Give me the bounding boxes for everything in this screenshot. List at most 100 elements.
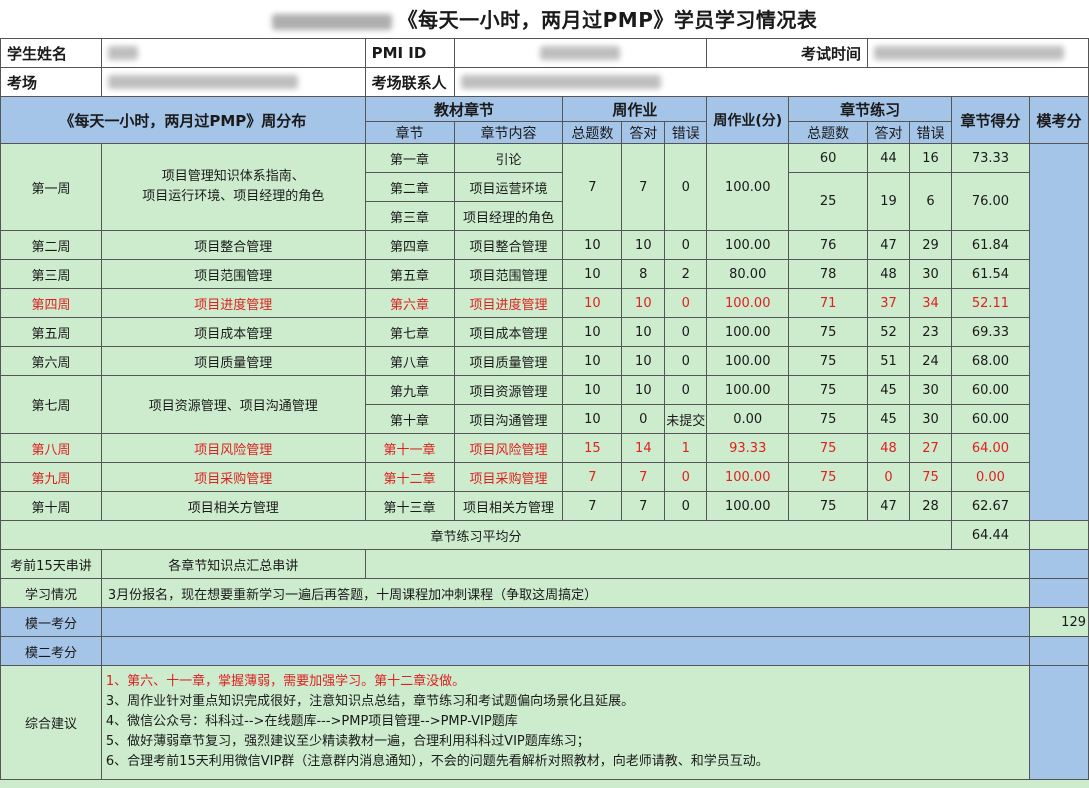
pr-score: 69.33 [950, 317, 1030, 347]
hw-score: 100.00 [706, 230, 790, 260]
week-topic: 项目范围管理 [100, 259, 366, 289]
chapter-content-cell: 项目相关方管理 [453, 491, 564, 521]
pr-correct: 47 [867, 230, 910, 260]
chapter-cell: 第十三章 [364, 491, 455, 521]
pr-total: 75 [788, 404, 869, 434]
pr-total: 71 [788, 288, 869, 318]
hw-score: 100.00 [706, 143, 790, 231]
pr-wrong: 28 [909, 491, 952, 521]
sheet-title: 《每天一小时，两月过PMP》学员学习情况表 [0, 0, 1089, 38]
hw-wrong-header: 错误 [664, 121, 708, 144]
exam-contact-value[interactable] [453, 67, 1089, 97]
pr-wrong: 23 [909, 317, 952, 347]
chapter-content-cell: 项目成本管理 [453, 317, 564, 347]
hw-correct: 10 [621, 288, 666, 318]
hw-correct: 7 [621, 143, 666, 231]
hw-wrong: 1 [664, 433, 708, 463]
pr-correct: 45 [867, 404, 910, 434]
exam-time-value[interactable] [867, 38, 1089, 68]
advice-mock-cell [1028, 665, 1089, 780]
student-name-value[interactable] [100, 38, 366, 68]
hw-score: 93.33 [706, 433, 790, 463]
pr-total: 75 [788, 375, 869, 405]
chapter-cell: 第十一章 [364, 433, 455, 463]
pr-correct: 0 [867, 462, 910, 492]
advice-content: 1、第六、十一章，掌握薄弱，需要加强学习。第十二章没做。 3、周作业针对重点知识… [100, 665, 1030, 780]
hw-total: 7 [562, 462, 623, 492]
week-topic: 项目采购管理 [100, 462, 366, 492]
study-report-table: 学生姓名 PMI ID 考试时间 考场 考场联系人 《每天一小时，两月过PMP》… [0, 38, 1089, 780]
chapter-content-cell: 引论 [453, 143, 564, 173]
pr-total: 75 [788, 462, 869, 492]
chapter-cell: 第九章 [364, 375, 455, 405]
pr-score: 52.11 [950, 288, 1030, 318]
pr-correct: 48 [867, 259, 910, 289]
hw-score: 100.00 [706, 317, 790, 347]
chapter-content-cell: 项目经理的角色 [453, 201, 564, 231]
week-topic: 项目成本管理 [100, 317, 366, 347]
pr-total: 75 [788, 433, 869, 463]
hw-total: 10 [562, 404, 623, 434]
chapter-content-cell: 项目采购管理 [453, 462, 564, 492]
week-cell: 第十周 [0, 491, 102, 521]
chapter-cell: 第二章 [364, 172, 455, 202]
advice-line: 6、合理考前15天利用微信VIP群（注意群内消息通知），不会的问题先看解析对照教… [105, 754, 769, 769]
pr-wrong: 29 [909, 230, 952, 260]
pr-correct: 47 [867, 491, 910, 521]
pr-correct: 19 [867, 172, 910, 231]
chapters-header: 教材章节 [364, 96, 564, 122]
chapter-cell: 第六章 [364, 288, 455, 318]
advice-line: 1、第六、十一章，掌握薄弱，需要加强学习。第十二章没做。 [105, 674, 466, 689]
hw-correct: 10 [621, 317, 666, 347]
week-cell: 第九周 [0, 462, 102, 492]
review-blank [364, 549, 1030, 579]
hw-correct: 8 [621, 259, 666, 289]
hw-total: 10 [562, 346, 623, 376]
chapter-content-cell: 项目资源管理 [453, 375, 564, 405]
hw-wrong: 0 [664, 346, 708, 376]
pmi-id-value[interactable] [453, 38, 708, 68]
review-label: 考前15天串讲 [0, 549, 102, 579]
chapter-cell: 第一章 [364, 143, 455, 173]
pr-correct: 37 [867, 288, 910, 318]
hw-score: 80.00 [706, 259, 790, 289]
week-cell: 第四周 [0, 288, 102, 318]
pr-score: 0.00 [950, 462, 1030, 492]
pr-correct: 44 [867, 143, 910, 173]
chapter-cell: 第十章 [364, 404, 455, 434]
week-topic: 项目管理知识体系指南、 项目运行环境、项目经理的角色 [100, 143, 366, 231]
pr-wrong: 16 [909, 143, 952, 173]
week-cell: 第三周 [0, 259, 102, 289]
hw-wrong: 0 [664, 491, 708, 521]
mock1-label: 模一考分 [0, 607, 102, 637]
chapter-cell: 第四章 [364, 230, 455, 260]
hw-correct: 7 [621, 491, 666, 521]
pmi-id-label: PMI ID [364, 38, 455, 68]
hw-wrong: 未提交 [664, 404, 708, 434]
chapter-content-col-header: 章节内容 [453, 121, 564, 144]
week-topic: 项目进度管理 [100, 288, 366, 318]
exam-site-value[interactable] [100, 67, 366, 97]
homework-score-header: 周作业(分) [706, 96, 790, 144]
exam-site-label: 考场 [0, 67, 102, 97]
week-topic: 项目资源管理、项目沟通管理 [100, 375, 366, 434]
pr-total: 60 [788, 143, 869, 173]
pr-correct-header: 答对 [867, 121, 910, 144]
advice-line: 5、做好薄弱章节复习，强烈建议至少精读教材一遍，合理利用科科过VIP题库练习； [105, 734, 590, 749]
exam-contact-label: 考场联系人 [364, 67, 455, 97]
hw-total-header: 总题数 [562, 121, 623, 144]
title-text: 《每天一小时，两月过PMP》学员学习情况表 [397, 8, 818, 32]
mock-score-column [1028, 143, 1089, 521]
pr-total: 75 [788, 491, 869, 521]
pr-wrong: 6 [909, 172, 952, 231]
chapter-cell: 第三章 [364, 201, 455, 231]
week-topic: 项目风险管理 [100, 433, 366, 463]
pr-wrong: 24 [909, 346, 952, 376]
week-cell: 第八周 [0, 433, 102, 463]
chapter-content-cell: 项目运营环境 [453, 172, 564, 202]
pr-wrong: 30 [909, 375, 952, 405]
pr-score: 60.00 [950, 375, 1030, 405]
pr-score: 68.00 [950, 346, 1030, 376]
hw-correct: 0 [621, 404, 666, 434]
spreadsheet: 《每天一小时，两月过PMP》学员学习情况表 学生姓名 PMI ID 考试时间 考… [0, 0, 1089, 788]
